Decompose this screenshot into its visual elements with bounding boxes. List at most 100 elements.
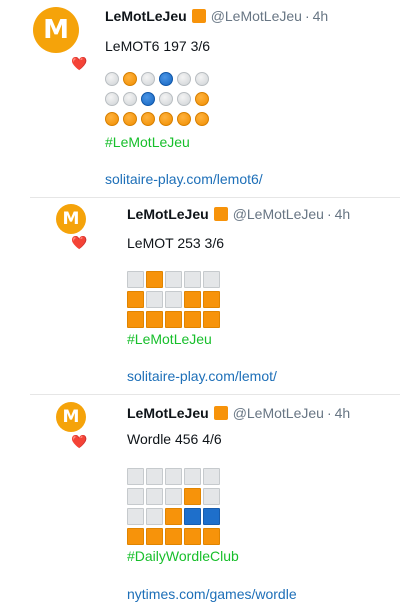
orange-circle-icon xyxy=(123,72,137,86)
post-time[interactable]: 4h xyxy=(335,405,351,421)
avatar[interactable]: M xyxy=(33,7,79,53)
orange-square-icon xyxy=(165,310,182,328)
gray-square-icon xyxy=(184,270,201,288)
orange-square-badge-icon xyxy=(213,406,228,420)
orange-square-icon xyxy=(127,290,144,308)
orange-square-icon xyxy=(184,527,201,545)
separator: · xyxy=(304,8,310,24)
gray-square-icon xyxy=(203,467,220,485)
gray-square-icon xyxy=(127,270,144,288)
post-time[interactable]: 4h xyxy=(313,8,329,24)
grid-row xyxy=(127,506,222,526)
orange-square-icon xyxy=(184,290,201,308)
orange-circle-icon xyxy=(195,92,209,106)
gray-square-icon xyxy=(203,487,220,505)
grid-row xyxy=(127,466,222,486)
orange-square-badge-icon xyxy=(191,9,206,23)
orange-circle-icon xyxy=(177,112,191,126)
grid-row xyxy=(105,109,213,129)
orange-square-icon xyxy=(127,527,144,545)
blue-circle-icon xyxy=(159,72,173,86)
gray-circle-icon xyxy=(177,72,191,86)
gray-square-icon xyxy=(127,507,144,525)
orange-square-icon xyxy=(184,310,201,328)
post-link[interactable]: nytimes.com/games/wordle xyxy=(127,586,297,602)
avatar[interactable]: M xyxy=(56,402,86,432)
author-name[interactable]: LeMotLeJeu xyxy=(127,405,209,421)
orange-square-icon xyxy=(165,507,182,525)
orange-square-icon xyxy=(146,270,163,288)
gray-circle-icon xyxy=(105,92,119,106)
blue-square-icon xyxy=(184,507,201,525)
gray-square-icon xyxy=(146,507,163,525)
author-name[interactable]: LeMotLeJeu xyxy=(127,206,209,222)
post-text: LeMOT 253 3/6 xyxy=(127,235,225,251)
grid-row xyxy=(127,309,222,329)
grid-row xyxy=(127,269,222,289)
author-handle[interactable]: @LeMotLeJeu xyxy=(211,8,302,24)
gray-circle-icon xyxy=(159,92,173,106)
grid-row xyxy=(127,526,222,546)
orange-square-icon xyxy=(184,487,201,505)
orange-circle-icon xyxy=(195,112,209,126)
orange-square-icon xyxy=(146,310,163,328)
hashtag[interactable]: #LeMotLeJeu xyxy=(127,331,212,347)
orange-square-icon xyxy=(146,527,163,545)
gray-square-icon xyxy=(184,467,201,485)
post-link[interactable]: solitaire-play.com/lemot6/ xyxy=(105,171,263,187)
orange-square-icon xyxy=(203,290,220,308)
orange-square-badge-icon xyxy=(213,207,228,221)
hashtag[interactable]: #DailyWordleClub xyxy=(127,548,239,564)
divider xyxy=(30,197,400,198)
gray-circle-icon xyxy=(123,92,137,106)
orange-square-icon xyxy=(127,310,144,328)
grid-row xyxy=(127,486,222,506)
gray-square-icon xyxy=(146,290,163,308)
post-link[interactable]: solitaire-play.com/lemot/ xyxy=(127,368,277,384)
gray-circle-icon xyxy=(177,92,191,106)
gray-square-icon xyxy=(165,270,182,288)
orange-square-icon xyxy=(203,310,220,328)
gray-square-icon xyxy=(203,270,220,288)
post-header: LeMotLeJeu @LeMotLeJeu · 4h xyxy=(127,405,350,421)
gray-square-icon xyxy=(146,467,163,485)
heart-icon: ❤️ xyxy=(71,57,88,72)
orange-circle-icon xyxy=(123,112,137,126)
divider xyxy=(30,394,400,395)
gray-circle-icon xyxy=(105,72,119,86)
avatar[interactable]: M xyxy=(56,204,86,234)
gray-circle-icon xyxy=(141,72,155,86)
post-time[interactable]: 4h xyxy=(335,206,351,222)
gray-circle-icon xyxy=(195,72,209,86)
heart-icon: ❤️ xyxy=(71,435,88,450)
hashtag[interactable]: #LeMotLeJeu xyxy=(105,134,190,150)
orange-circle-icon xyxy=(105,112,119,126)
orange-circle-icon xyxy=(159,112,173,126)
gray-square-icon xyxy=(165,290,182,308)
result-grid xyxy=(105,69,213,129)
gray-square-icon xyxy=(146,487,163,505)
orange-square-icon xyxy=(203,527,220,545)
blue-circle-icon xyxy=(141,92,155,106)
separator: · xyxy=(326,206,332,222)
orange-circle-icon xyxy=(141,112,155,126)
grid-row xyxy=(105,69,213,89)
gray-square-icon xyxy=(127,487,144,505)
gray-square-icon xyxy=(127,467,144,485)
post-header: LeMotLeJeu @LeMotLeJeu · 4h xyxy=(127,206,350,222)
orange-square-icon xyxy=(165,527,182,545)
gray-square-icon xyxy=(165,467,182,485)
post-text: LeMOT6 197 3/6 xyxy=(105,38,211,54)
grid-row xyxy=(105,89,213,109)
result-grid xyxy=(127,269,222,329)
gray-square-icon xyxy=(165,487,182,505)
author-name[interactable]: LeMotLeJeu xyxy=(105,8,187,24)
separator: · xyxy=(326,405,332,421)
blue-square-icon xyxy=(203,507,220,525)
post-header: LeMotLeJeu @LeMotLeJeu · 4h xyxy=(105,8,328,24)
grid-row xyxy=(127,289,222,309)
author-handle[interactable]: @LeMotLeJeu xyxy=(233,405,324,421)
result-grid xyxy=(127,466,222,546)
author-handle[interactable]: @LeMotLeJeu xyxy=(233,206,324,222)
post-text: Wordle 456 4/6 xyxy=(127,431,222,447)
